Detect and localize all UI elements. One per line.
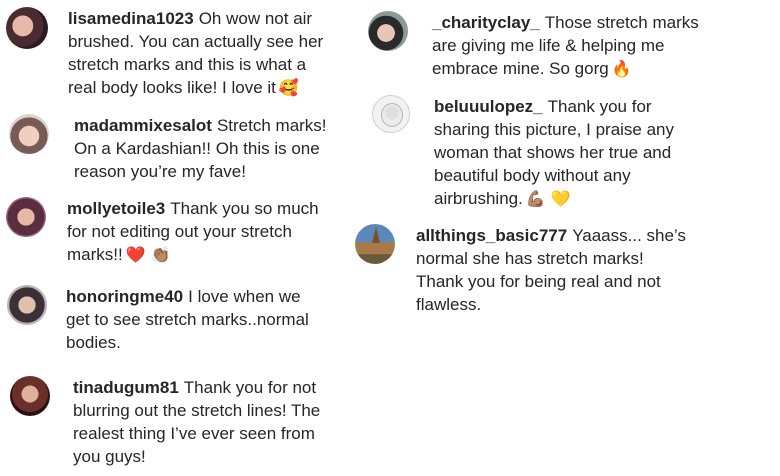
comment-username[interactable]: lisamedina1023 [68, 9, 194, 28]
user-avatar[interactable] [6, 7, 48, 49]
comment-item: beluuulopez_ Thank you for sharing this p… [372, 95, 712, 210]
comment-item: mollyetoile3 Thank you so much for not ed… [6, 197, 336, 266]
comment-item: madammixesalot Stretch marks! On a Kardas… [9, 114, 339, 183]
emoji-icon: 🥰 [278, 78, 299, 97]
comment-username[interactable]: tinadugum81 [73, 378, 179, 397]
comment-username[interactable]: mollyetoile3 [67, 199, 165, 218]
comment-text-block: lisamedina1023 Oh wow not air brushed. Yo… [68, 7, 328, 99]
comment-username[interactable]: honoringme40 [66, 287, 183, 306]
comment-text-block: madammixesalot Stretch marks! On a Kardas… [74, 114, 336, 183]
user-avatar[interactable] [9, 114, 49, 154]
comment-item: lisamedina1023 Oh wow not air brushed. Yo… [6, 7, 336, 99]
comment-username[interactable]: allthings_basic777 [416, 226, 567, 245]
comment-text-block: tinadugum81 Thank you for not blurring ou… [73, 376, 335, 468]
comment-username[interactable]: _charityclay_ [432, 13, 540, 32]
comment-item: tinadugum81 Thank you for not blurring ou… [10, 376, 340, 468]
default-avatar-icon[interactable] [372, 95, 410, 133]
emoji-icon: 💪🏽 💛 [525, 189, 571, 208]
comment-item: allthings_basic777 Yaaass... she’s normal… [355, 224, 735, 316]
user-avatar[interactable] [10, 376, 50, 416]
comment-text-block: _charityclay_ Those stretch marks are giv… [432, 11, 707, 80]
user-avatar[interactable] [7, 285, 47, 325]
comment-username[interactable]: beluuulopez_ [434, 97, 543, 116]
user-avatar[interactable] [6, 197, 46, 237]
user-avatar[interactable] [355, 224, 395, 264]
comment-item: honoringme40 I love when we get to see st… [7, 285, 337, 354]
emoji-icon: ❤️ 👏🏽 [125, 245, 171, 264]
user-avatar[interactable] [368, 11, 408, 51]
comment-text-block: honoringme40 I love when we get to see st… [66, 285, 316, 354]
emoji-icon: 🔥 [611, 59, 632, 78]
comment-text-block: beluuulopez_ Thank you for sharing this p… [434, 95, 684, 210]
comment-item: _charityclay_ Those stretch marks are giv… [368, 11, 708, 80]
comment-username[interactable]: madammixesalot [74, 116, 212, 135]
comment-text-block: mollyetoile3 Thank you so much for not ed… [67, 197, 329, 266]
comment-text-block: allthings_basic777 Yaaass... she’s normal… [416, 224, 686, 316]
